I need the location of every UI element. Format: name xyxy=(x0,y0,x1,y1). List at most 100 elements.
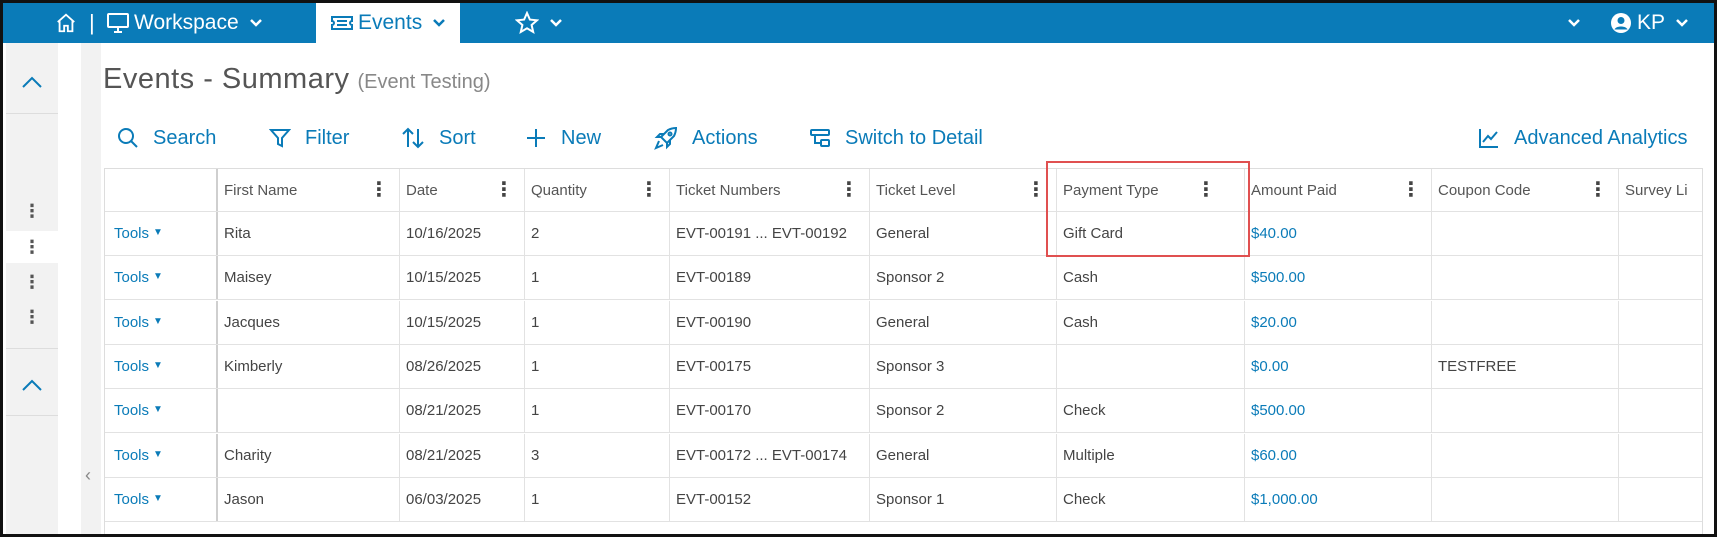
cell-survey-link xyxy=(1619,478,1704,521)
tools-dropdown-button[interactable]: Tools ▼ xyxy=(105,477,218,521)
caret-down-icon: ▼ xyxy=(153,227,163,238)
workspace-menu[interactable]: Workspace xyxy=(106,3,263,43)
monitor-icon xyxy=(107,13,129,33)
column-header-label: Payment Type xyxy=(1063,181,1159,199)
column-header-label: Date xyxy=(406,181,438,199)
column-header-amount-paid[interactable]: Amount Paid ⋮ xyxy=(1245,169,1432,211)
app-window: | Workspace Events KP ⋮ ⋮ ⋮ ⋮ ‹ Events -… xyxy=(0,0,1717,537)
rail-item-menu-icon[interactable]: ⋮ xyxy=(6,195,58,227)
chevron-down-icon xyxy=(550,19,562,27)
column-menu-icon[interactable]: ⋮ xyxy=(494,180,514,200)
cell-ticket-level: General xyxy=(870,433,1057,477)
favorites-menu[interactable] xyxy=(515,3,563,43)
search-button[interactable]: Search xyxy=(117,123,216,153)
tools-dropdown-button[interactable]: Tools ▼ xyxy=(105,433,218,477)
cell-payment-type: Multiple xyxy=(1057,433,1245,477)
column-header-label: Ticket Numbers xyxy=(676,181,781,199)
column-header-survey-link[interactable]: Survey Li xyxy=(1619,169,1704,211)
user-menu[interactable]: KP xyxy=(1610,3,1689,43)
column-header-coupon-code[interactable]: Coupon Code ⋮ xyxy=(1432,169,1619,211)
panel-collapse-strip[interactable] xyxy=(81,43,101,534)
column-header-quantity[interactable]: Quantity ⋮ xyxy=(525,169,670,211)
actions-button[interactable]: Actions xyxy=(654,123,758,153)
new-label: New xyxy=(561,126,602,149)
cell-quantity: 1 xyxy=(525,389,670,433)
switch-to-detail-button[interactable]: Switch to Detail xyxy=(809,123,983,153)
rail-item-menu-icon[interactable]: ⋮ xyxy=(6,266,58,298)
cell-first-name: Rita xyxy=(218,212,400,255)
home-icon[interactable] xyxy=(55,3,77,43)
column-header-label: Quantity xyxy=(531,181,587,199)
events-label: Events xyxy=(358,11,423,34)
cell-ticket-level: Sponsor 3 xyxy=(870,344,1057,388)
column-header-date[interactable]: Date ⋮ xyxy=(400,169,525,211)
rail-item-menu-icon[interactable]: ⋮ xyxy=(6,231,58,263)
column-menu-icon[interactable]: ⋮ xyxy=(639,180,659,200)
filter-button[interactable]: Filter xyxy=(269,123,349,153)
table-row: Tools ▼ Kimberly 08/26/2025 1 EVT-00175 Sponso… xyxy=(105,344,1704,389)
caret-down-icon: ▼ xyxy=(153,492,163,504)
chevron-left-icon[interactable]: ‹ xyxy=(85,465,91,486)
cell-amount-paid[interactable]: $500.00 xyxy=(1245,389,1432,433)
rail-item-menu-icon[interactable]: ⋮ xyxy=(6,301,58,333)
column-menu-icon[interactable]: ⋮ xyxy=(1026,180,1046,200)
cell-survey-link xyxy=(1619,434,1704,477)
column-menu-icon[interactable]: ⋮ xyxy=(1588,180,1608,200)
tools-label: Tools xyxy=(114,446,150,464)
column-header-payment-type[interactable]: Payment Type ⋮ xyxy=(1057,169,1245,211)
sort-button[interactable]: Sort xyxy=(401,123,476,153)
tools-dropdown-button[interactable]: Tools ▼ xyxy=(105,300,218,344)
cell-quantity: 1 xyxy=(525,344,670,388)
chevron-up-icon xyxy=(22,379,42,391)
caret-down-icon: ▼ xyxy=(153,271,163,283)
table-row: Tools ▼ Rita 10/16/2025 2 EVT-00191 ... EVT-0… xyxy=(105,212,1704,256)
cell-coupon-code xyxy=(1432,212,1619,255)
table-row: Tools ▼ Maisey 10/15/2025 1 EVT-00189 Sponsor … xyxy=(105,256,1704,301)
rail-divider xyxy=(6,113,58,114)
cell-amount-paid[interactable]: $0.00 xyxy=(1245,344,1432,388)
cell-date: 08/21/2025 xyxy=(400,389,525,433)
rocket-icon xyxy=(654,126,678,150)
cell-first-name: Kimberly xyxy=(218,344,400,388)
column-header-ticket-numbers[interactable]: Ticket Numbers ⋮ xyxy=(670,169,870,211)
column-header-label: Survey Li xyxy=(1625,181,1688,199)
filter-icon xyxy=(269,129,291,148)
column-menu-icon[interactable]: ⋮ xyxy=(369,180,389,200)
cell-amount-paid[interactable]: $60.00 xyxy=(1245,433,1432,477)
column-header-first-name[interactable]: First Name ⋮ xyxy=(218,169,400,211)
events-menu[interactable]: Events xyxy=(316,3,461,43)
tools-dropdown-button[interactable]: Tools ▼ xyxy=(105,212,218,255)
notifications-dropdown[interactable] xyxy=(1567,3,1581,43)
cell-quantity: 1 xyxy=(525,300,670,344)
analytics-chart-icon xyxy=(1479,129,1498,148)
column-header-label: Coupon Code xyxy=(1438,181,1531,199)
advanced-analytics-button[interactable]: Advanced Analytics xyxy=(1478,123,1687,153)
column-header-ticket-level[interactable]: Ticket Level ⋮ xyxy=(870,169,1057,211)
rail-collapse-up-button[interactable] xyxy=(6,368,58,402)
cell-date: 10/16/2025 xyxy=(400,212,525,255)
cell-coupon-code xyxy=(1432,477,1619,521)
sort-label: Sort xyxy=(439,126,476,149)
cell-amount-paid[interactable]: $40.00 xyxy=(1245,212,1432,255)
tools-dropdown-button[interactable]: Tools ▼ xyxy=(105,256,218,300)
column-menu-icon[interactable]: ⋮ xyxy=(1401,180,1421,200)
table-row: Tools ▼ Jason 06/03/2025 1 EVT-00152 Sponsor 1… xyxy=(105,477,1704,522)
cell-payment-type xyxy=(1057,344,1245,388)
tools-dropdown-button[interactable]: Tools ▼ xyxy=(105,344,218,388)
user-avatar-icon xyxy=(1611,13,1631,33)
search-icon xyxy=(118,128,138,148)
tools-dropdown-button[interactable]: Tools ▼ xyxy=(105,389,218,433)
cell-amount-paid[interactable]: $500.00 xyxy=(1245,256,1432,300)
column-menu-icon[interactable]: ⋮ xyxy=(1196,180,1216,200)
cell-amount-paid[interactable]: $1,000.00 xyxy=(1245,477,1432,521)
cell-survey-link xyxy=(1619,301,1704,344)
cell-survey-link xyxy=(1619,212,1704,255)
cell-ticket-numbers: EVT-00175 xyxy=(670,344,870,388)
tools-label: Tools xyxy=(114,490,150,508)
new-button[interactable]: New xyxy=(525,123,601,153)
rail-collapse-up-button[interactable] xyxy=(6,65,58,99)
cell-amount-paid[interactable]: $20.00 xyxy=(1245,300,1432,344)
column-menu-icon[interactable]: ⋮ xyxy=(839,180,859,200)
tools-label: Tools xyxy=(114,269,150,287)
tools-label: Tools xyxy=(114,402,150,420)
